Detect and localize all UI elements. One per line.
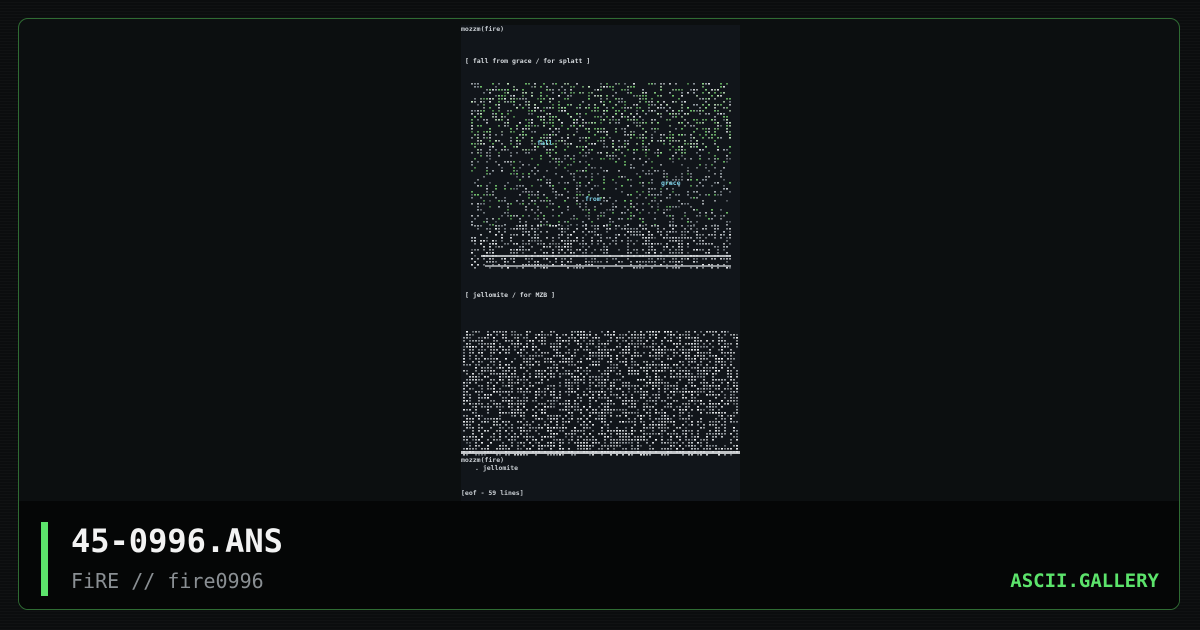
site-link[interactable]: ASCII.GALLERY: [1010, 568, 1159, 594]
sig-name: . jellomite: [475, 464, 518, 472]
info-bar: 45-0996.ANS FiRE // fire0996 ASCII.GALLE…: [19, 501, 1179, 609]
preview-footer: [eof - 59 lines]: [461, 489, 524, 497]
accent-bar: [41, 522, 48, 596]
card-frame: mozzm(fire) [ fall from grace / for splat…: [18, 18, 1180, 610]
ansi-art-canvas: mozzm(fire) [ fall from grace / for splat…: [461, 25, 740, 497]
word-from: from: [585, 195, 601, 203]
page: mozzm(fire) [ fall from grace / for splat…: [0, 0, 1200, 630]
ansi-art-preview: mozzm(fire) [ fall from grace / for splat…: [461, 25, 740, 501]
sig-line: mozzm(fire): [461, 456, 504, 464]
word-grace: grace: [661, 179, 681, 187]
preview-header: mozzm(fire): [461, 25, 504, 33]
file-title: 45-0996.ANS: [71, 522, 283, 560]
word-fall: fall: [537, 139, 553, 147]
section-header-fall-from-grace: [ fall from grace / for splatt ]: [465, 57, 590, 65]
author-line: FiRE // fire0996: [71, 569, 264, 593]
section-header-jellomite: [ jellomite / for MZB ]: [465, 291, 555, 299]
